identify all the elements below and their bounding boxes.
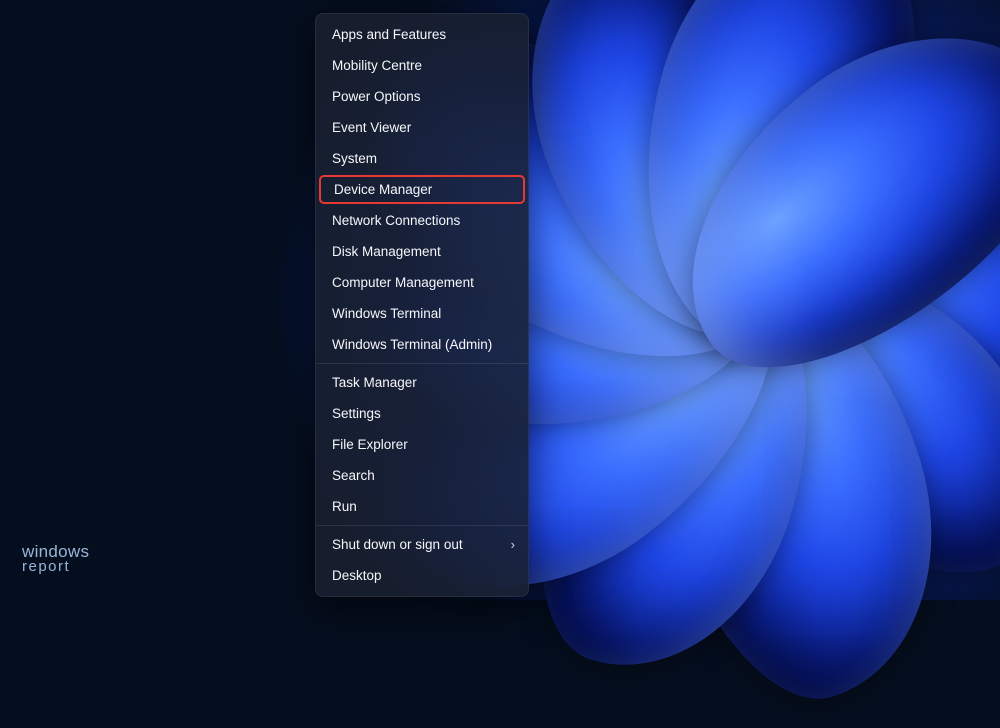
menu-item-label: Windows Terminal <box>332 306 441 321</box>
menu-item-apps-and-features[interactable]: Apps and Features <box>316 19 528 50</box>
menu-item-label: System <box>332 151 377 166</box>
menu-item-network-connections[interactable]: Network Connections <box>316 205 528 236</box>
menu-item-label: Mobility Centre <box>332 58 422 73</box>
menu-item-label: File Explorer <box>332 437 408 452</box>
menu-item-device-manager[interactable]: Device Manager <box>319 175 525 204</box>
menu-item-mobility-centre[interactable]: Mobility Centre <box>316 50 528 81</box>
menu-item-run[interactable]: Run <box>316 491 528 522</box>
menu-item-disk-management[interactable]: Disk Management <box>316 236 528 267</box>
menu-item-label: Settings <box>332 406 381 421</box>
menu-separator <box>316 525 528 526</box>
menu-item-label: Device Manager <box>334 182 432 197</box>
menu-item-label: Search <box>332 468 375 483</box>
menu-item-power-options[interactable]: Power Options <box>316 81 528 112</box>
watermark-line2: report <box>22 560 89 574</box>
watermark-logo: windows report <box>22 544 89 574</box>
menu-item-windows-terminal[interactable]: Windows Terminal <box>316 298 528 329</box>
menu-item-file-explorer[interactable]: File Explorer <box>316 429 528 460</box>
menu-separator <box>316 363 528 364</box>
menu-item-label: Windows Terminal (Admin) <box>332 337 492 352</box>
menu-item-label: Event Viewer <box>332 120 411 135</box>
menu-item-label: Computer Management <box>332 275 474 290</box>
chevron-right-icon: › <box>511 537 515 552</box>
menu-item-label: Task Manager <box>332 375 417 390</box>
menu-item-settings[interactable]: Settings <box>316 398 528 429</box>
menu-item-computer-management[interactable]: Computer Management <box>316 267 528 298</box>
menu-item-label: Network Connections <box>332 213 460 228</box>
menu-item-label: Shut down or sign out <box>332 537 463 552</box>
menu-item-windows-terminal-admin[interactable]: Windows Terminal (Admin) <box>316 329 528 360</box>
menu-item-shutdown-signout[interactable]: Shut down or sign out › <box>316 529 528 560</box>
menu-item-label: Disk Management <box>332 244 441 259</box>
menu-item-desktop[interactable]: Desktop <box>316 560 528 591</box>
menu-item-label: Apps and Features <box>332 27 446 42</box>
menu-item-search[interactable]: Search <box>316 460 528 491</box>
menu-item-system[interactable]: System <box>316 143 528 174</box>
menu-item-label: Desktop <box>332 568 382 583</box>
winx-context-menu: Apps and Features Mobility Centre Power … <box>315 13 529 597</box>
menu-item-event-viewer[interactable]: Event Viewer <box>316 112 528 143</box>
menu-item-task-manager[interactable]: Task Manager <box>316 367 528 398</box>
menu-item-label: Run <box>332 499 357 514</box>
menu-item-label: Power Options <box>332 89 421 104</box>
